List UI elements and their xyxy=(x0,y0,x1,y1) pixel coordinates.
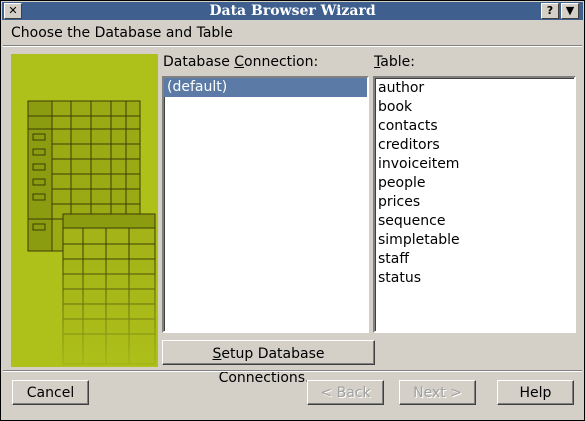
table-item[interactable]: people xyxy=(375,174,574,193)
wizard-window: ✕ Data Browser Wizard ? ▼ Choose the Dat… xyxy=(0,0,585,421)
table-item[interactable]: contacts xyxy=(375,117,574,136)
table-grid-illustration xyxy=(11,100,158,367)
wizard-illustration xyxy=(11,54,158,367)
bottom-divider xyxy=(3,370,582,372)
page-heading: Choose the Database and Table xyxy=(11,25,233,41)
window-menu-icon[interactable]: ▼ xyxy=(561,3,579,19)
help-icon[interactable]: ? xyxy=(541,3,559,19)
table-item[interactable]: sequence xyxy=(375,212,574,231)
table-label: Table: xyxy=(374,54,415,70)
table-list[interactable]: author book contacts creditors invoiceitem pe… xyxy=(373,76,576,333)
window-title: Data Browser Wizard xyxy=(209,3,376,19)
table-item[interactable]: creditors xyxy=(375,136,574,155)
table-item[interactable]: simpletable xyxy=(375,231,574,250)
next-button[interactable]: Next > xyxy=(399,380,476,405)
connection-list[interactable]: (default) xyxy=(162,76,369,333)
table-item[interactable]: prices xyxy=(375,193,574,212)
table-item[interactable]: invoiceitem xyxy=(375,155,574,174)
help-button[interactable]: Help xyxy=(497,380,574,405)
connection-item[interactable]: (default) xyxy=(164,78,367,97)
table-item[interactable]: staff xyxy=(375,250,574,269)
setup-connections-button[interactable]: Setup Database Connections... xyxy=(162,340,375,386)
top-divider xyxy=(3,45,582,47)
table-item[interactable]: author xyxy=(375,79,574,98)
back-button[interactable]: < Back xyxy=(307,380,384,405)
table-item[interactable]: status xyxy=(375,269,574,288)
cancel-button[interactable]: Cancel xyxy=(12,380,89,405)
title-bar[interactable]: ✕ Data Browser Wizard ? ▼ xyxy=(2,2,583,20)
connection-label: Database Connection: xyxy=(163,54,319,70)
table-item[interactable]: book xyxy=(375,98,574,117)
